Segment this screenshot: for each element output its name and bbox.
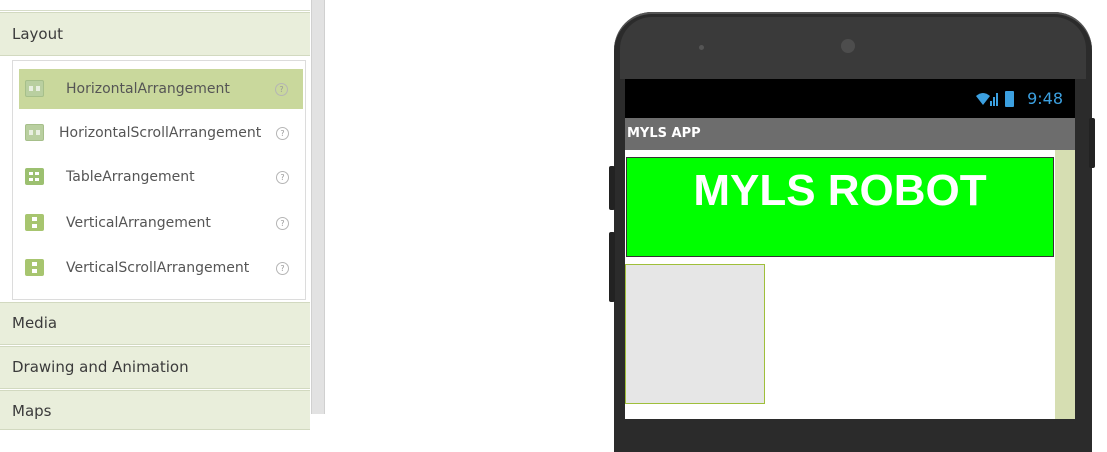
palette-item-vertical-arrangement[interactable]: VerticalArrangement ? xyxy=(19,203,301,243)
palette-item-table-arrangement[interactable]: TableArrangement ? xyxy=(19,157,301,197)
palette-item-label: VerticalArrangement xyxy=(66,215,211,231)
phone-side-button xyxy=(609,232,615,302)
palette-item-horizontal-scroll-arrangement[interactable]: HorizontalScrollArrangement ? xyxy=(19,113,301,153)
battery-icon xyxy=(1005,91,1014,107)
layout-component-list: HorizontalArrangement ? HorizontalScroll… xyxy=(12,60,306,300)
wifi-signal-icon xyxy=(976,93,998,106)
category-layout-label: Layout xyxy=(12,25,63,43)
panel-splitter[interactable] xyxy=(311,0,325,414)
palette-top-border xyxy=(0,0,310,11)
help-icon[interactable]: ? xyxy=(275,83,288,96)
status-bar: 9:48 xyxy=(625,79,1075,118)
palette-item-label: VerticalScrollArrangement xyxy=(66,260,250,276)
category-media-label: Media xyxy=(12,314,58,332)
screen-scroll-strip xyxy=(1055,150,1075,419)
help-icon[interactable]: ? xyxy=(276,262,289,275)
help-icon[interactable]: ? xyxy=(276,127,289,140)
banner-text: MYLS ROBOT xyxy=(693,166,987,215)
category-layout[interactable]: Layout xyxy=(0,12,310,56)
phone-sensor-dot xyxy=(699,45,704,50)
palette-item-label: HorizontalArrangement xyxy=(66,81,230,97)
vertical-arrangement-icon xyxy=(25,214,44,231)
horizontal-arrangement-icon xyxy=(25,80,44,97)
help-icon[interactable]: ? xyxy=(276,171,289,184)
banner-label[interactable]: MYLS ROBOT xyxy=(626,157,1054,257)
horizontal-arrangement-placeholder[interactable] xyxy=(625,264,765,404)
category-maps[interactable]: Maps xyxy=(0,390,310,430)
app-title: MYLS APP xyxy=(627,126,701,141)
category-drawing-and-animation[interactable]: Drawing and Animation xyxy=(0,346,310,389)
palette-item-vertical-scroll-arrangement[interactable]: VerticalScrollArrangement ? xyxy=(19,248,301,288)
component-palette: Layout HorizontalArrangement ? Horizonta… xyxy=(0,0,310,430)
app-title-bar: MYLS APP xyxy=(625,118,1075,150)
category-drawing-label: Drawing and Animation xyxy=(12,358,189,376)
horizontal-scroll-arrangement-icon xyxy=(25,124,44,141)
help-icon[interactable]: ? xyxy=(276,217,289,230)
phone-camera-icon xyxy=(841,39,855,53)
category-media[interactable]: Media xyxy=(0,302,310,345)
vertical-scroll-arrangement-icon xyxy=(25,259,44,276)
phone-screen: 9:48 MYLS APP MYLS ROBOT xyxy=(625,79,1075,419)
phone-power-button xyxy=(1089,118,1095,168)
phone-volume-button xyxy=(609,166,615,210)
category-maps-label: Maps xyxy=(12,402,52,420)
palette-item-horizontal-arrangement[interactable]: HorizontalArrangement ? xyxy=(19,69,303,109)
status-time: 9:48 xyxy=(1027,89,1063,108)
table-arrangement-icon xyxy=(25,168,44,185)
palette-item-label: HorizontalScrollArrangement xyxy=(59,125,262,141)
palette-item-label: TableArrangement xyxy=(66,169,195,185)
